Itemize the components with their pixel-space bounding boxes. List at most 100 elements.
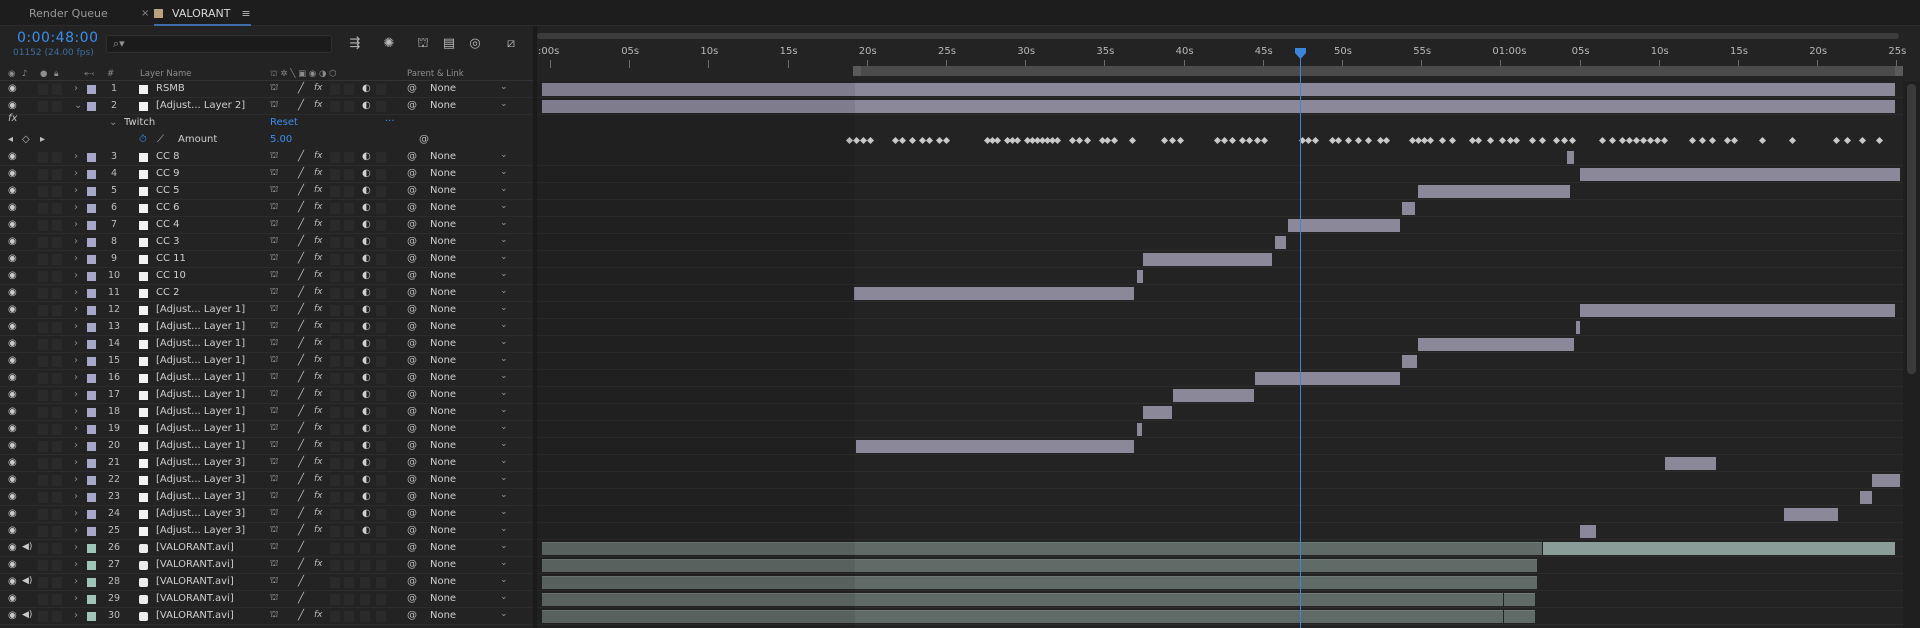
frame-blend-switch[interactable] — [330, 152, 340, 163]
adjustment-layer-icon[interactable]: ◐ — [362, 83, 371, 94]
layer-name[interactable]: [VALORANT.avi] — [156, 610, 234, 621]
adjustment-layer-icon[interactable]: ◐ — [362, 185, 371, 196]
solo-switch[interactable] — [38, 271, 48, 282]
effects-switch-icon[interactable]: fx — [314, 185, 323, 195]
frame-blend-switch[interactable] — [330, 339, 340, 350]
expand-chevron-icon[interactable]: › — [74, 338, 78, 349]
keyframe-diamond[interactable] — [942, 136, 951, 145]
parent-dropdown[interactable]: None ⌄ — [430, 286, 512, 300]
keyframe-diamond[interactable] — [1608, 136, 1617, 145]
label-color-swatch[interactable] — [87, 595, 96, 604]
timeline-vertical-scrollbar[interactable] — [1903, 81, 1920, 628]
quality-switch-icon[interactable]: ╱ — [298, 474, 304, 485]
frame-blend-switch[interactable] — [330, 475, 340, 486]
layer-search-input[interactable]: ⌕▾ — [106, 35, 332, 53]
3d-layer-switch[interactable] — [376, 594, 386, 605]
3d-layer-switch[interactable] — [376, 526, 386, 537]
eye-visibility-icon[interactable]: ◉ — [8, 389, 17, 400]
keyframe-diamond[interactable] — [1176, 136, 1185, 145]
layer-row[interactable]: ◉ › 3 CC 8 ⛫ ╱ fx ◐ @ None ⌄ — [0, 149, 533, 166]
keyframe-diamond[interactable] — [1128, 136, 1137, 145]
layer-name[interactable]: [VALORANT.avi] — [156, 593, 234, 604]
eye-visibility-icon[interactable]: ◉ — [8, 474, 17, 485]
keyframe-diamond[interactable] — [1843, 136, 1852, 145]
layer-duration-bar[interactable] — [1418, 338, 1574, 351]
quality-switch-icon[interactable]: ╱ — [298, 168, 304, 179]
solo-switch[interactable] — [38, 220, 48, 231]
expand-chevron-icon[interactable]: › — [74, 151, 78, 162]
parent-dropdown[interactable]: None ⌄ — [430, 201, 512, 215]
layer-name[interactable]: [VALORANT.avi] — [156, 576, 234, 587]
parent-dropdown[interactable]: None ⌄ — [430, 422, 512, 436]
frame-blend-switch[interactable] — [330, 220, 340, 231]
3d-layer-switch[interactable] — [376, 254, 386, 265]
lock-switch[interactable] — [52, 543, 62, 554]
label-color-swatch[interactable] — [87, 357, 96, 366]
parent-pickwhip-icon[interactable]: @ — [407, 593, 417, 604]
eye-visibility-icon[interactable]: ◉ — [8, 406, 17, 417]
lock-switch[interactable] — [52, 526, 62, 537]
effects-switch-icon[interactable]: fx — [314, 321, 323, 331]
layer-name[interactable]: [Adjust... Layer 2] — [156, 100, 245, 111]
keyframe-diamond[interactable] — [1858, 136, 1867, 145]
effects-switch-icon[interactable]: fx — [314, 304, 323, 314]
layer-name[interactable]: [Adjust... Layer 1] — [156, 355, 245, 366]
label-color-swatch[interactable] — [87, 476, 96, 485]
label-color-swatch[interactable] — [87, 374, 96, 383]
3d-layer-switch[interactable] — [376, 577, 386, 588]
parent-dropdown[interactable]: None ⌄ — [430, 558, 512, 572]
layer-row[interactable]: ◉ › 9 CC 11 ⛫ ╱ fx ◐ @ None ⌄ — [0, 251, 533, 268]
effect-reset-link[interactable]: Reset — [270, 117, 298, 128]
layer-name[interactable]: [Adjust... Layer 3] — [156, 457, 245, 468]
solo-switch[interactable] — [38, 322, 48, 333]
layer-row[interactable]: ◉ › 1 RSMB ⛫ ╱ fx ◐ @ None ⌄ — [0, 81, 533, 98]
layer-duration-bar[interactable] — [1580, 525, 1596, 538]
parent-dropdown[interactable]: None ⌄ — [430, 541, 512, 555]
3d-layer-switch[interactable] — [376, 543, 386, 554]
motion-blur-switch[interactable] — [344, 390, 354, 401]
audio-speaker-icon[interactable]: ◀) — [22, 576, 32, 586]
effects-switch-icon[interactable]: fx — [314, 338, 323, 348]
frame-blend-switch[interactable] — [330, 441, 340, 452]
adjustment-layer-icon[interactable]: ◐ — [362, 457, 371, 468]
3d-layer-switch[interactable] — [376, 152, 386, 163]
motion-blur-switch[interactable] — [344, 526, 354, 537]
expand-chevron-icon[interactable]: ⌄ — [109, 117, 117, 128]
shy-switch-icon[interactable]: ⛫ — [270, 304, 278, 315]
time-navigator-bar[interactable] — [537, 33, 1899, 39]
keyframe-diamond[interactable] — [1875, 136, 1884, 145]
keyframe-diamond[interactable] — [1730, 136, 1739, 145]
parent-pickwhip-icon[interactable]: @ — [407, 372, 417, 383]
3d-layer-switch[interactable] — [376, 84, 386, 95]
motion-blur-switch[interactable] — [344, 424, 354, 435]
quality-switch-icon[interactable]: ╱ — [298, 389, 304, 400]
layer-row[interactable]: ◉ › 29 [VALORANT.avi] ⛫ ╱ @ None ⌄ — [0, 591, 533, 608]
expand-chevron-icon[interactable]: › — [74, 491, 78, 502]
adjustment-layer-icon[interactable]: ◐ — [362, 338, 371, 349]
motion-blur-switch[interactable] — [344, 220, 354, 231]
label-color-swatch[interactable] — [87, 578, 96, 587]
parent-dropdown[interactable]: None ⌄ — [430, 337, 512, 351]
label-color-swatch[interactable] — [87, 170, 96, 179]
label-color-swatch[interactable] — [87, 442, 96, 451]
quality-switch-icon[interactable]: ╱ — [298, 406, 304, 417]
keyframe-diamond[interactable] — [1788, 136, 1797, 145]
eye-visibility-icon[interactable]: ◉ — [8, 287, 17, 298]
layer-name[interactable]: CC 6 — [156, 202, 180, 213]
effects-switch-icon[interactable]: fx — [314, 287, 323, 297]
layer-name[interactable]: CC 2 — [156, 287, 180, 298]
frame-blend-switch[interactable] — [330, 84, 340, 95]
eye-visibility-icon[interactable]: ◉ — [8, 304, 17, 315]
label-color-swatch[interactable] — [87, 187, 96, 196]
layer-duration-bar[interactable] — [1665, 457, 1716, 470]
lock-switch[interactable] — [52, 288, 62, 299]
lock-switch[interactable] — [52, 339, 62, 350]
frame-blend-switch[interactable] — [330, 101, 340, 112]
solo-switch[interactable] — [38, 373, 48, 384]
parent-pickwhip-icon[interactable]: @ — [407, 457, 417, 468]
layer-row[interactable]: ◉ › 19 [Adjust... Layer 1] ⛫ ╱ fx ◐ @ None ⌄ — [0, 421, 533, 438]
label-color-swatch[interactable] — [87, 408, 96, 417]
graph-editor-icon[interactable]: ⧄ — [500, 33, 522, 55]
parent-dropdown[interactable]: None ⌄ — [430, 99, 512, 113]
keyframe-diamond[interactable] — [1053, 136, 1062, 145]
